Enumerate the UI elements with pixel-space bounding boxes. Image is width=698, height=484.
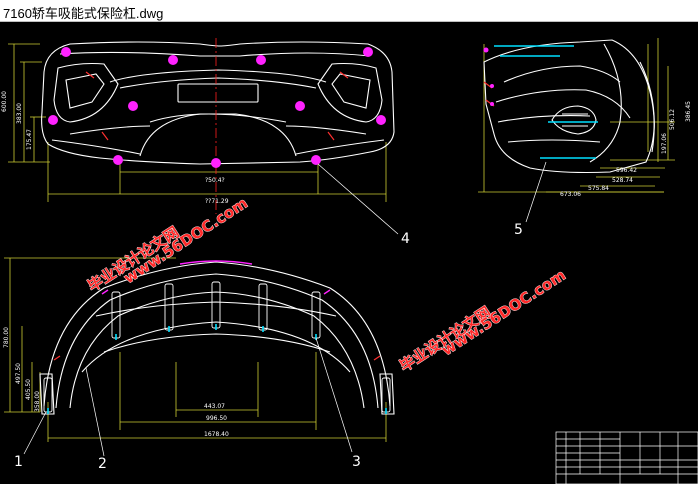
dim-top-w1: 443.07 <box>204 403 225 410</box>
front-view: 600.00 383.00 175.47 ?50.4? ??71.29 4 <box>1 38 410 247</box>
dim-side-height-3: 197.06 <box>661 133 668 154</box>
dim-side-d1: 596.42 <box>616 167 637 174</box>
window-title: 7160轿车吸能式保险杠.dwg <box>3 6 164 21</box>
dim-front-width-inner: ?50.4? <box>205 177 225 184</box>
dim-top-w2: 996.50 <box>206 415 227 422</box>
dim-side-d4: 673.06 <box>560 191 581 198</box>
dim-top-overall-depth: 780.00 <box>3 327 10 348</box>
dim-side-d2: 528.74 <box>612 177 633 184</box>
callout-5: 5 <box>514 222 523 238</box>
title-block <box>555 431 698 484</box>
dim-top-d4: 358.00 <box>34 391 41 412</box>
dim-front-height-2: 383.00 <box>16 103 23 124</box>
callout-1: 1 <box>14 454 23 470</box>
dim-front-height-3: 175.47 <box>26 129 33 150</box>
dim-front-overall-height: 600.00 <box>1 91 8 112</box>
callout-3: 3 <box>352 454 361 470</box>
dim-side-d3: 575.84 <box>588 185 609 192</box>
dim-top-d2: 497.50 <box>15 363 22 384</box>
dim-top-w3: 1678.40 <box>204 431 229 438</box>
watermark-group: 毕业设计论文网 www.56DOC.com 毕业设计论文网 www.56DOC.… <box>84 193 569 375</box>
top-view: 780.00 497.50 405.50 358.00 443.07 996.5… <box>3 257 395 472</box>
side-view: 506.12 386.45 197.06 596.42 528.74 575.8… <box>478 38 692 238</box>
dim-side-height-1: 506.12 <box>669 109 676 130</box>
callout-4: 4 <box>401 231 410 247</box>
watermark-url-2: www.56DOC.com <box>438 266 569 359</box>
dim-side-height-2: 386.45 <box>685 101 692 122</box>
window-titlebar: 7160轿车吸能式保险杠.dwg <box>0 0 698 22</box>
watermark-url-1: www.56DOC.com <box>120 194 251 287</box>
cad-drawing-canvas[interactable]: 600.00 383.00 175.47 ?50.4? ??71.29 4 50… <box>0 22 698 484</box>
callout-2: 2 <box>98 456 107 472</box>
dim-top-d3: 405.50 <box>25 379 32 400</box>
